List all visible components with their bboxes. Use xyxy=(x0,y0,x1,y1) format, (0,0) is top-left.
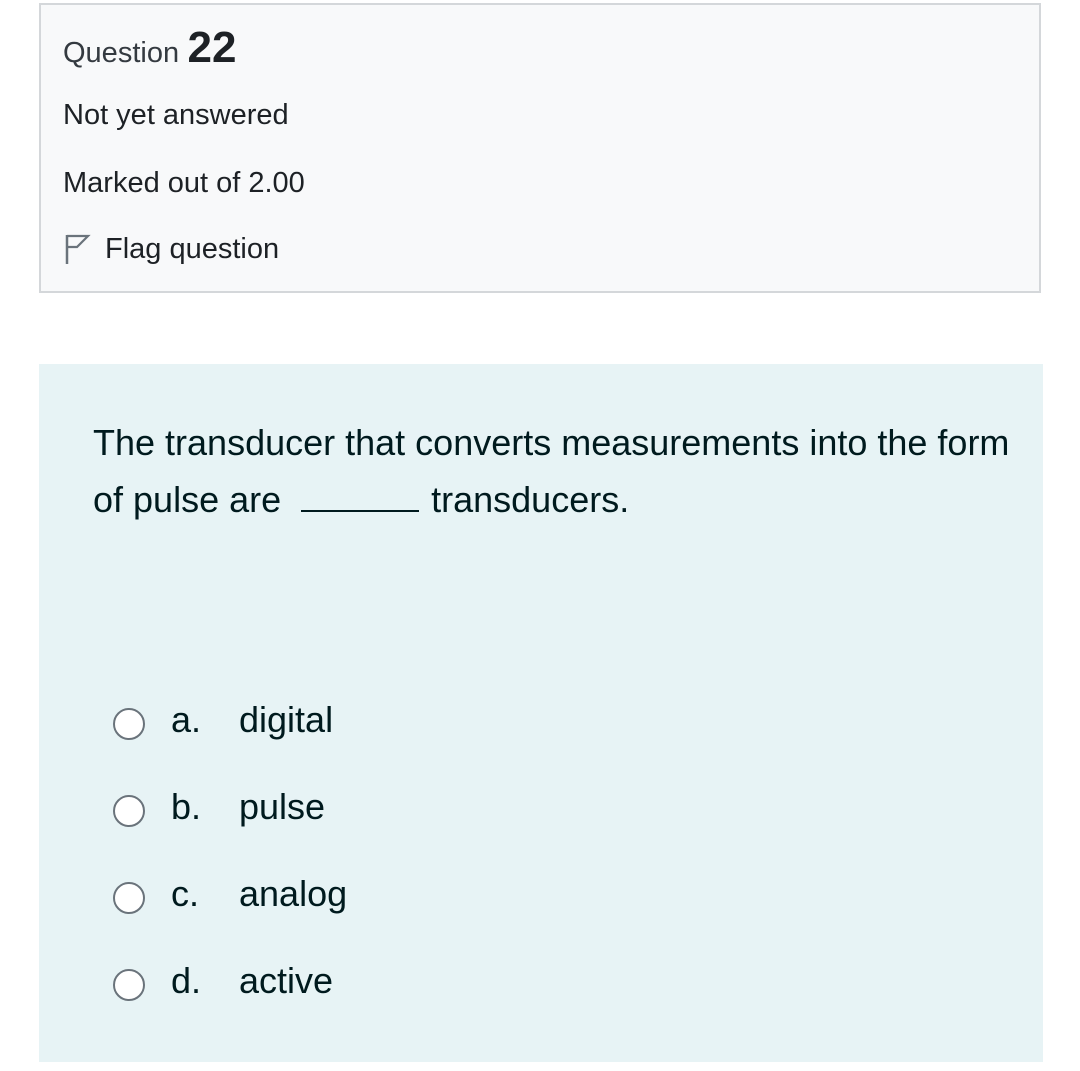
option-letter: a. xyxy=(171,698,202,740)
flag-question-label: Flag question xyxy=(105,232,280,265)
flag-icon xyxy=(63,232,91,266)
question-grade: Marked out of 2.00 xyxy=(63,167,305,199)
option-text[interactable]: analog xyxy=(239,873,347,915)
option-letter: d. xyxy=(171,959,202,1001)
radio-button[interactable] xyxy=(113,707,145,740)
option-text[interactable]: pulse xyxy=(239,786,325,828)
question-content-panel: The transducer that converts measurement… xyxy=(39,364,1043,1062)
option-text[interactable]: digital xyxy=(239,699,333,741)
question-info-panel: Question 22 Not yet answered Marked out … xyxy=(39,3,1041,293)
question-number: 22 xyxy=(187,23,237,72)
option-letter: b. xyxy=(171,785,202,827)
flag-question-button[interactable]: Flag question xyxy=(63,232,279,266)
answer-blank xyxy=(301,480,420,512)
answer-options: a. digital b. pulse c. analog d. active xyxy=(113,676,347,1024)
question-text-after: transducers. xyxy=(431,479,630,520)
radio-button[interactable] xyxy=(113,881,145,914)
radio-button[interactable] xyxy=(113,968,145,1001)
question-heading: Question 22 xyxy=(63,23,236,73)
answer-option-d[interactable]: d. active xyxy=(113,937,347,1024)
answer-option-c[interactable]: c. analog xyxy=(113,850,347,937)
answer-option-a[interactable]: a. digital xyxy=(113,676,347,763)
question-label: Question xyxy=(63,37,180,69)
answer-option-b[interactable]: b. pulse xyxy=(113,763,347,850)
option-letter: c. xyxy=(171,872,200,914)
radio-button[interactable] xyxy=(113,794,145,827)
question-text: The transducer that converts measurement… xyxy=(93,414,1013,528)
option-text[interactable]: active xyxy=(239,960,333,1002)
question-state: Not yet answered xyxy=(63,99,289,131)
